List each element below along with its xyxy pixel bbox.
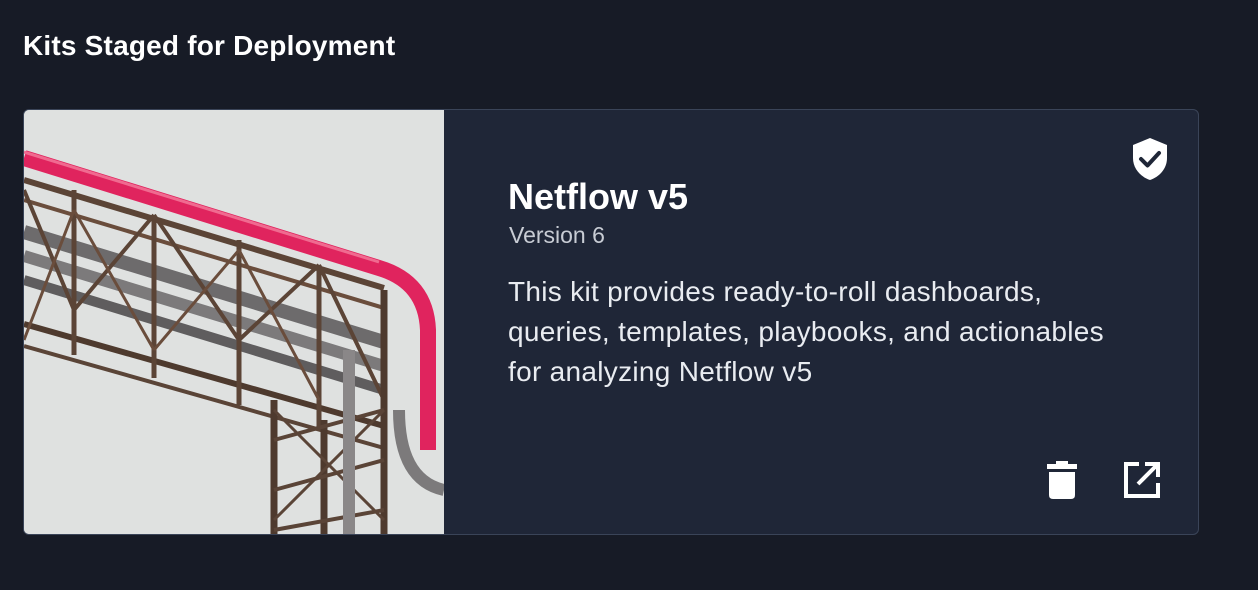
page: Kits Staged for Deployment Netflow v5 Ve…	[0, 0, 1258, 590]
shield-check-icon	[1130, 136, 1170, 182]
section-title: Kits Staged for Deployment	[23, 30, 396, 61]
trash-icon	[1047, 461, 1077, 499]
kit-actions	[1042, 460, 1162, 500]
open-in-new-button[interactable]	[1122, 460, 1162, 500]
kit-version: Version 6	[509, 222, 605, 248]
kit-description: This kit provides ready-to-roll dashboar…	[508, 276, 1104, 387]
kit-body: Netflow v5 Version 6 This kit provides r…	[444, 110, 1198, 534]
kit-card[interactable]: Netflow v5 Version 6 This kit provides r…	[23, 109, 1199, 535]
industrial-pipes-image	[24, 110, 444, 534]
open-in-new-icon	[1124, 462, 1160, 498]
kit-name: Netflow v5	[508, 176, 689, 217]
delete-button[interactable]	[1042, 460, 1082, 500]
kit-image	[24, 110, 444, 534]
